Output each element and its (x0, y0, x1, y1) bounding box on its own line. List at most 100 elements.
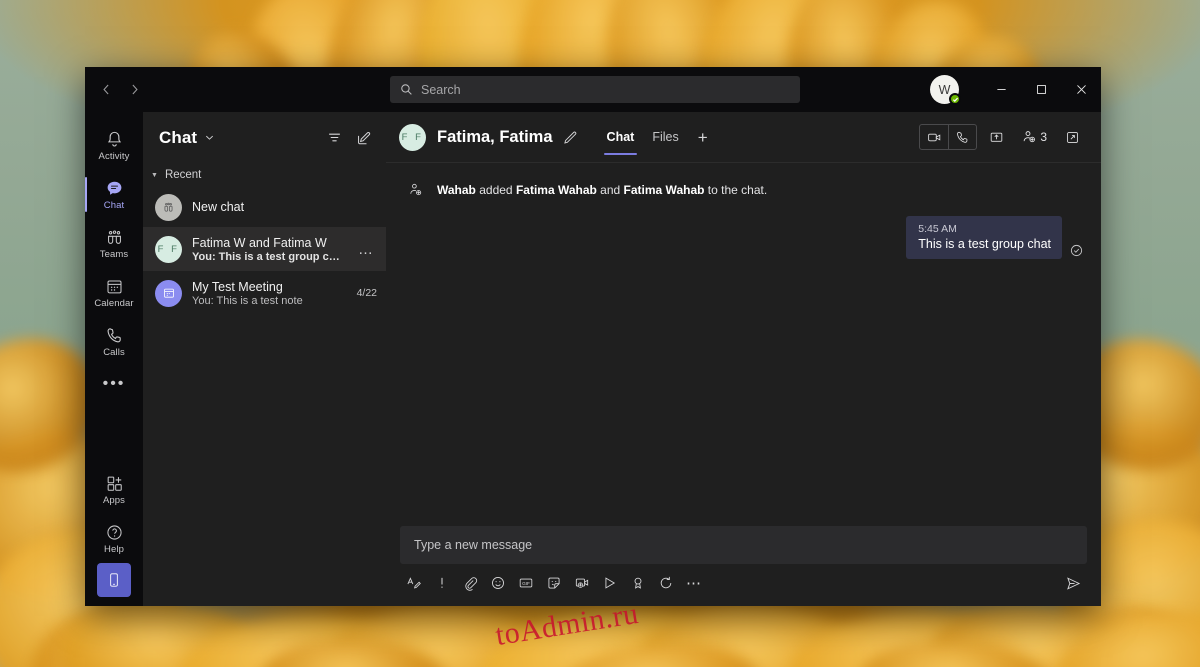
maximize-button[interactable] (1021, 67, 1061, 112)
message-timestamp: 5:45 AM (918, 223, 957, 235)
list-item-preview: You: This is a test note (192, 294, 303, 307)
search-icon (400, 83, 413, 96)
praise-icon[interactable] (624, 570, 652, 596)
triangle-down-icon: ▼ (151, 171, 158, 179)
list-item-title: Fatima W and Fatima W (192, 235, 327, 250)
phone-icon (955, 130, 970, 145)
system-text-1: added (475, 183, 516, 197)
compose-toolbar: GIF ⋯ (400, 570, 1087, 596)
emoji-icon[interactable] (484, 570, 512, 596)
minimize-button[interactable] (981, 67, 1021, 112)
tab-label: Chat (606, 130, 635, 144)
avatar[interactable]: W (930, 75, 961, 105)
share-screen-icon (989, 130, 1004, 145)
forward-button[interactable] (124, 78, 146, 102)
navigation-arrows (85, 78, 145, 102)
filter-icon[interactable] (327, 130, 342, 145)
tab-files[interactable]: Files (643, 112, 687, 162)
attach-icon[interactable] (456, 570, 484, 596)
window-right-controls: W (930, 67, 1101, 112)
system-name-1: Fatima Wahab (515, 183, 597, 197)
add-person-icon (408, 181, 424, 198)
pencil-icon[interactable] (562, 130, 577, 145)
message-bubble[interactable]: 5:45 AM This is a test group chat (906, 216, 1062, 259)
more-icon[interactable]: ⋯ (680, 570, 708, 596)
format-icon[interactable] (400, 570, 428, 596)
list-item-my-test-meeting[interactable]: My Test Meeting You: This is a test note… (143, 271, 386, 315)
rail-item-help[interactable]: Help (85, 514, 143, 563)
rail-label: Calls (103, 346, 125, 358)
rail-item-teams[interactable]: Teams (85, 219, 143, 268)
avatar: F F (155, 235, 182, 263)
stream-icon[interactable] (596, 570, 624, 596)
conversation-tabs: Chat Files + (598, 112, 718, 162)
help-icon (105, 523, 124, 542)
tab-chat[interactable]: Chat (598, 112, 644, 162)
conversation-header-actions: 3 (919, 124, 1087, 150)
participants-button[interactable]: 3 (1015, 124, 1053, 150)
list-item-more-icon[interactable]: … (355, 241, 377, 258)
chat-list-panel: Chat ▼ Recent New chat F F Fatima W and … (143, 112, 386, 606)
audio-call-button[interactable] (948, 125, 976, 149)
rail-label: Apps (102, 494, 126, 506)
message-text: This is a test group chat (918, 237, 1051, 251)
video-icon (927, 130, 942, 145)
video-call-button[interactable] (920, 125, 948, 149)
list-item-fatima-group[interactable]: F F Fatima W and Fatima W You: This is a… (143, 227, 386, 271)
close-button[interactable] (1061, 67, 1101, 112)
system-actor: Wahab (437, 183, 476, 197)
rail-item-calendar[interactable]: Calendar (85, 268, 143, 317)
tab-label: Files (652, 130, 679, 144)
rail-item-chat[interactable]: Chat (85, 170, 143, 219)
list-item-text: Fatima W and Fatima W You: This is a tes… (192, 236, 345, 263)
list-item-title: New chat (192, 200, 245, 214)
presence-badge (949, 93, 961, 105)
bell-icon (105, 130, 124, 149)
conversation-avatar: F F (399, 123, 426, 151)
meet-now-icon[interactable] (568, 570, 596, 596)
message-input-placeholder: Type a new message (414, 538, 533, 552)
message-row-outgoing: 5:45 AM This is a test group chat (400, 216, 1083, 259)
compose-area: Type a new message GIF ⋯ (386, 526, 1101, 606)
rail-label: Activity (98, 150, 130, 162)
calendar-avatar (155, 279, 182, 307)
search-bar[interactable]: Search (390, 76, 800, 103)
window-body: Activity Chat Teams Calendar Calls ••• A… (85, 112, 1101, 606)
add-tab-button[interactable]: + (688, 129, 718, 146)
popout-icon (1065, 130, 1080, 145)
get-mobile-app-button[interactable] (97, 563, 131, 597)
section-recent[interactable]: ▼ Recent (143, 163, 386, 187)
rail-more-button[interactable]: ••• (103, 366, 126, 402)
list-item-timestamp: 4/22 (356, 287, 377, 299)
share-screen-button[interactable] (981, 124, 1011, 150)
apps-icon (105, 474, 124, 493)
message-input[interactable]: Type a new message (400, 526, 1087, 564)
calendar-icon (105, 277, 124, 296)
chat-list-header: Chat (143, 112, 386, 163)
teams-icon (105, 228, 124, 247)
list-item-text: New chat (192, 200, 377, 214)
system-name-2: Fatima Wahab (623, 183, 705, 197)
rail-label: Calendar (94, 297, 134, 309)
call-button-group (919, 124, 978, 150)
group-avatar (155, 193, 182, 221)
rail-item-calls[interactable]: Calls (85, 317, 143, 366)
back-button[interactable] (96, 78, 118, 102)
list-item-preview: You: This is a test group chat (192, 250, 345, 263)
loop-icon[interactable] (652, 570, 680, 596)
giphy-icon[interactable]: GIF (512, 570, 540, 596)
conversation-panel: F F Fatima, Fatima Chat Files + 3 Wahab … (386, 112, 1101, 606)
importance-icon[interactable] (428, 570, 456, 596)
rail-item-activity[interactable]: Activity (85, 121, 143, 170)
send-icon[interactable] (1059, 570, 1087, 596)
mobile-icon (106, 572, 122, 588)
new-chat-icon[interactable] (356, 130, 372, 146)
participants-count: 3 (1040, 130, 1047, 144)
list-item-new-chat[interactable]: New chat (143, 187, 386, 227)
rail-item-apps[interactable]: Apps (85, 465, 143, 514)
chevron-down-icon[interactable] (204, 132, 215, 143)
sticker-icon[interactable] (540, 570, 568, 596)
popout-button[interactable] (1057, 124, 1087, 150)
chat-list-title: Chat (159, 127, 198, 147)
phone-icon (105, 326, 124, 345)
